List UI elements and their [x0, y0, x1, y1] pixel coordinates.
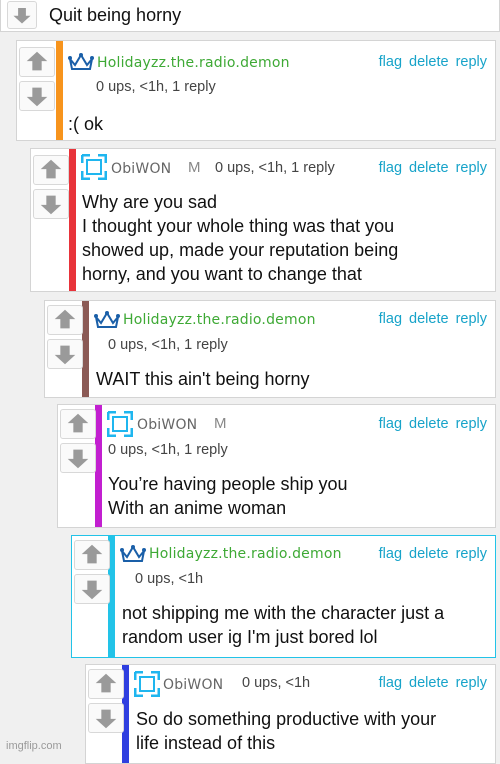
- reply-link[interactable]: reply: [456, 546, 487, 562]
- downvote-button[interactable]: [7, 1, 37, 29]
- up-arrow-icon: [81, 544, 103, 564]
- comment-actions: flag delete reply: [372, 54, 487, 70]
- thread-depth-bar: [56, 41, 63, 140]
- flag-link[interactable]: flag: [379, 546, 402, 562]
- square-avatar-icon: [133, 670, 161, 698]
- mod-badge: M: [188, 159, 201, 176]
- down-arrow-icon: [95, 709, 117, 729]
- upvote-button[interactable]: [74, 540, 110, 570]
- comment-actions: flag delete reply: [372, 416, 487, 432]
- upvote-button[interactable]: [19, 47, 55, 77]
- downvote-button[interactable]: [60, 443, 96, 473]
- username-link[interactable]: ObiWON: [137, 417, 197, 433]
- upvote-button[interactable]: [33, 155, 69, 185]
- reply-link[interactable]: reply: [456, 311, 487, 327]
- comment: ObiWON M 0 ups, <1h, 1 reply flag delete r…: [30, 148, 496, 292]
- downvote-button[interactable]: [47, 339, 83, 369]
- comment-meta: 0 ups, <1h, 1 reply: [108, 337, 228, 353]
- crown-icon: [68, 52, 94, 72]
- comment-meta: 0 ups, <1h: [135, 571, 204, 587]
- username-link[interactable]: Holidayzz.the.radio.demon: [123, 312, 316, 328]
- comment-meta: 0 ups, <1h, 1 reply: [108, 442, 228, 458]
- square-avatar-icon: [80, 153, 108, 181]
- downvote-button[interactable]: [33, 189, 69, 219]
- flag-link[interactable]: flag: [379, 311, 402, 327]
- comment-meta: 0 ups, <1h: [242, 675, 311, 691]
- watermark: imgflip.com: [6, 740, 62, 752]
- flag-link[interactable]: flag: [379, 54, 402, 70]
- delete-link[interactable]: delete: [409, 160, 449, 176]
- crown-icon: [94, 310, 120, 330]
- comment: Holidayzz.the.radio.demon 0 ups, <1h fla…: [71, 535, 496, 658]
- comment-text: Why are you sad I thought your whole thi…: [82, 192, 399, 284]
- comment: ObiWON 0 ups, <1h flag delete reply So do …: [85, 664, 496, 764]
- comment: Holidayzz.the.radio.demon 0 ups, <1h, 1 …: [44, 300, 496, 398]
- up-arrow-icon: [26, 51, 48, 71]
- top-comment: Quit being horny: [0, 0, 500, 32]
- flag-link[interactable]: flag: [379, 675, 402, 691]
- up-arrow-icon: [67, 413, 89, 433]
- comment: Holidayzz.the.radio.demon 0 ups, <1h, 1 …: [16, 40, 496, 141]
- comment-actions: flag delete reply: [372, 546, 487, 562]
- down-arrow-icon: [13, 8, 31, 24]
- delete-link[interactable]: delete: [409, 675, 449, 691]
- thread-depth-bar: [95, 405, 102, 527]
- thread-depth-bar: [82, 301, 89, 397]
- up-arrow-icon: [95, 673, 117, 693]
- downvote-button[interactable]: [88, 703, 124, 733]
- down-arrow-icon: [81, 580, 103, 600]
- username-link[interactable]: ObiWON: [111, 161, 171, 177]
- reply-link[interactable]: reply: [456, 54, 487, 70]
- up-arrow-icon: [54, 309, 76, 329]
- comment-text: You’re having people ship you With an an…: [108, 474, 348, 518]
- mod-badge: M: [214, 415, 227, 432]
- comment-meta: 0 ups, <1h, 1 reply: [96, 79, 216, 95]
- delete-link[interactable]: delete: [409, 54, 449, 70]
- delete-link[interactable]: delete: [409, 311, 449, 327]
- flag-link[interactable]: flag: [379, 160, 402, 176]
- delete-link[interactable]: delete: [409, 416, 449, 432]
- up-arrow-icon: [40, 159, 62, 179]
- upvote-button[interactable]: [88, 669, 124, 699]
- comment-text: :( ok: [68, 114, 104, 134]
- down-arrow-icon: [54, 345, 76, 365]
- comment-actions: flag delete reply: [372, 160, 487, 176]
- comment-text: Quit being horny: [49, 5, 182, 25]
- comment-text: So do something productive with your lif…: [136, 709, 437, 753]
- down-arrow-icon: [26, 87, 48, 107]
- reply-link[interactable]: reply: [456, 416, 487, 432]
- crown-icon: [120, 544, 146, 564]
- down-arrow-icon: [67, 449, 89, 469]
- username-link[interactable]: Holidayzz.the.radio.demon: [97, 55, 290, 71]
- username-link[interactable]: ObiWON: [163, 677, 223, 693]
- comment-meta: 0 ups, <1h, 1 reply: [215, 160, 335, 176]
- comment-actions: flag delete reply: [372, 675, 487, 691]
- flag-link[interactable]: flag: [379, 416, 402, 432]
- upvote-button[interactable]: [60, 409, 96, 439]
- delete-link[interactable]: delete: [409, 546, 449, 562]
- comment-actions: flag delete reply: [372, 311, 487, 327]
- comment-text: WAIT this ain't being horny: [96, 369, 310, 389]
- down-arrow-icon: [40, 195, 62, 215]
- square-avatar-icon: [106, 410, 134, 438]
- comment: ObiWON M 0 ups, <1h, 1 reply flag delete r…: [57, 404, 496, 528]
- downvote-button[interactable]: [74, 574, 110, 604]
- username-link[interactable]: Holidayzz.the.radio.demon: [149, 546, 342, 562]
- upvote-button[interactable]: [47, 305, 83, 335]
- reply-link[interactable]: reply: [456, 160, 487, 176]
- reply-link[interactable]: reply: [456, 675, 487, 691]
- comment-text: not shipping me with the character just …: [122, 603, 445, 647]
- downvote-button[interactable]: [19, 81, 55, 111]
- thread-depth-bar: [69, 149, 76, 291]
